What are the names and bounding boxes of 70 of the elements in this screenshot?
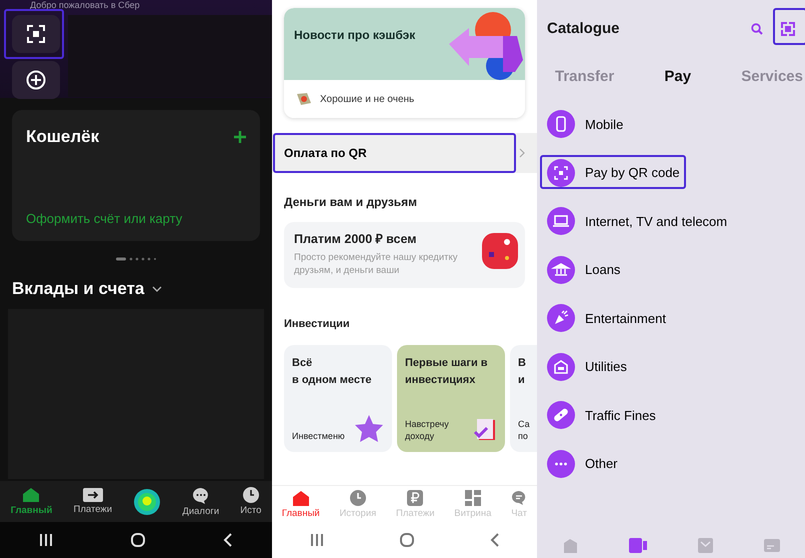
- phone-icon: [547, 110, 575, 138]
- catalogue-item[interactable]: Loans: [537, 246, 805, 294]
- card-caption: Навстречу доходу: [405, 418, 449, 442]
- plus-icon: [26, 70, 46, 90]
- invest-card[interactable]: Всё в одном месте Инвестменю: [284, 345, 392, 452]
- promo-text: Просто рекомендуйте нашу кредитку друзьям, и деньги ваши: [294, 250, 459, 277]
- promo-card[interactable]: Платим 2000 ₽ всем Просто рекомендуйте нашу кредитку друзьям, и деньги ваши: [284, 222, 525, 288]
- star-icon: [354, 414, 384, 442]
- catalogue-item[interactable]: Mobile: [537, 100, 805, 148]
- section-title: Инвестиции: [283, 317, 351, 332]
- document-icon: [473, 418, 497, 442]
- confetti-icon: [547, 304, 575, 332]
- nav-tab[interactable]: Главный: [282, 490, 320, 518]
- bank-icon: [547, 256, 575, 284]
- invest-card[interactable]: Первые шаги в инвестициях Навстречу доходу: [397, 345, 505, 452]
- invest-card[interactable]: В и Са по: [510, 345, 537, 452]
- catalogue-item[interactable]: Entertainment: [537, 294, 805, 342]
- more-icon: [547, 450, 575, 478]
- catalogue-icon: [628, 538, 646, 552]
- greeting-text: Добро пожаловать в Сбер: [29, 0, 140, 11]
- nav-tab[interactable]: Диалоги: [182, 486, 220, 517]
- clock-icon: [242, 487, 259, 504]
- house-icon: [547, 352, 575, 381]
- ruble-icon: [407, 490, 424, 506]
- add-button[interactable]: [12, 61, 60, 99]
- page-title: Catalogue: [547, 18, 621, 39]
- card-title: Всё в одном месте: [292, 356, 373, 388]
- nav-tab[interactable]: Главный: [10, 487, 52, 516]
- chat-icon: [511, 490, 528, 506]
- plus-icon[interactable]: [234, 130, 246, 143]
- promo-title: Платим 2000 ₽ всем: [294, 231, 418, 248]
- open-account-link[interactable]: Оформить счёт или карту: [26, 209, 246, 229]
- card-title: Кошелёк: [26, 126, 100, 148]
- card-title: В и: [518, 356, 527, 388]
- page-indicator: [116, 256, 156, 261]
- qr-scan-button[interactable]: [12, 15, 60, 53]
- grid-icon: [464, 490, 481, 506]
- card-title: Первые шаги в инвестициях: [405, 356, 489, 388]
- wallet-icon: [562, 538, 578, 552]
- nav-tab[interactable]: Платежи: [74, 488, 112, 516]
- section-title: Деньги вам и друзьям: [283, 194, 418, 211]
- catalogue-item[interactable]: Pay by QR code: [537, 148, 805, 197]
- assistant-button[interactable]: [133, 488, 162, 516]
- chat-icon: [192, 486, 210, 504]
- catalogue-item[interactable]: Other: [537, 440, 805, 488]
- nav-tab[interactable]: [628, 538, 646, 552]
- chevron-right-icon: [519, 148, 525, 158]
- chevron-down-icon[interactable]: [152, 286, 162, 292]
- tab[interactable]: Pay: [664, 55, 692, 100]
- catalogue-item[interactable]: Internet, TV and telecom: [537, 197, 805, 246]
- dice-icon: [479, 230, 521, 272]
- section-title: Вклады и счета: [12, 278, 144, 300]
- home-icon: [292, 490, 310, 506]
- card-icon: [764, 538, 780, 552]
- qr-payment-row[interactable]: Оплата по QR: [272, 133, 537, 173]
- bag-icon: [698, 538, 712, 552]
- qr-code-icon: [547, 158, 575, 187]
- card-subtitle: Хорошие и не очень: [320, 92, 414, 106]
- mixed-icon: [296, 92, 312, 106]
- card-title: Новости про кэшбэк: [294, 27, 416, 44]
- laptop-icon: [547, 207, 575, 236]
- clock-icon: [350, 490, 366, 506]
- card-caption: Инвестменю: [292, 430, 345, 442]
- catalogue-item[interactable]: Traffic Fines: [537, 391, 805, 440]
- card-caption: Са по: [518, 418, 530, 442]
- catalogue-item[interactable]: Utilities: [537, 342, 805, 391]
- home-icon: [22, 487, 40, 504]
- nav-tab[interactable]: Исто: [240, 487, 262, 516]
- bandage-icon: [547, 401, 575, 430]
- search-icon[interactable]: [751, 23, 763, 35]
